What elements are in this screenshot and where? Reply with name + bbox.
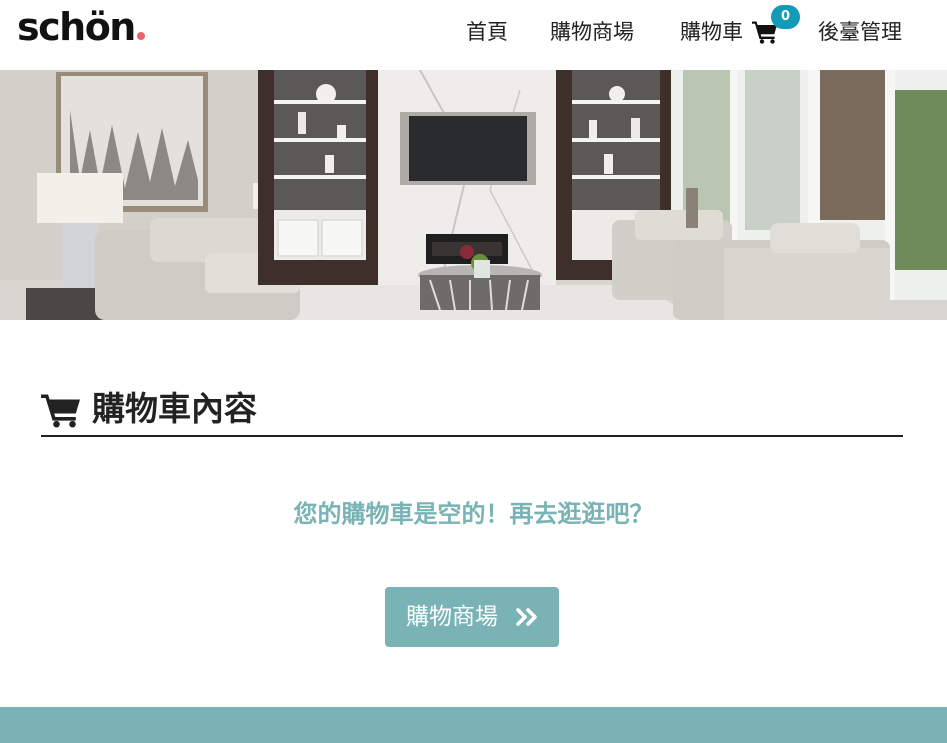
nav-link-shop[interactable]: 購物商場 — [550, 18, 634, 46]
empty-cart-message: 您的購物車是空的！再去逛逛吧？ — [293, 499, 654, 528]
double-chevron-right-icon — [516, 608, 537, 626]
go-shopping-button-label: 購物商場 — [406, 604, 498, 630]
hero-living-room-image — [0, 70, 947, 320]
brand-logo[interactable]: schön — [17, 4, 145, 50]
brand-logo-text: schön — [17, 5, 136, 49]
nav-link-home[interactable]: 首頁 — [466, 18, 508, 46]
footer — [0, 707, 947, 743]
nav-link-cart[interactable]: 購物車 — [680, 18, 743, 46]
cart-count-badge: 0 — [771, 5, 800, 29]
go-shopping-button[interactable]: 購物商場 — [385, 587, 559, 647]
logo-dot — [136, 32, 145, 40]
hero-banner — [0, 70, 947, 320]
nav-link-admin[interactable]: 後臺管理 — [818, 18, 902, 46]
shopping-cart-icon — [41, 394, 80, 428]
cart-section-title: 購物車內容 — [92, 389, 257, 428]
navbar: schön 首頁 購物商場 購物車 0 後臺管理 — [0, 0, 947, 70]
cart-section-header: 購物車內容 — [41, 385, 903, 437]
